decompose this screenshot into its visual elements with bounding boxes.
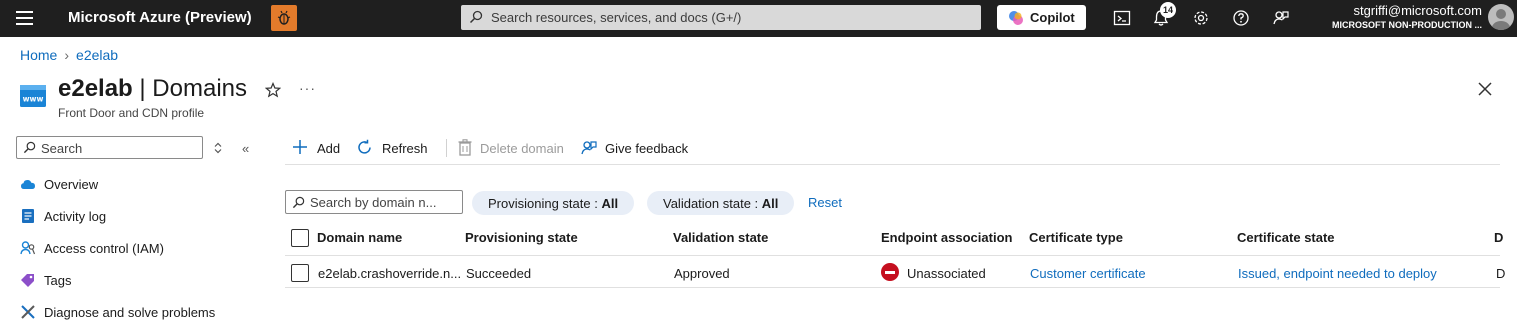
global-search-placeholder: Search resources, services, and docs (G+… (491, 10, 742, 25)
row-domain-name[interactable]: e2elab.crashoverride.n... (318, 266, 461, 281)
page-subtitle: Front Door and CDN profile (58, 106, 205, 120)
toolbar-divider-line (285, 164, 1500, 165)
row-certificate-type-link[interactable]: Customer certificate (1030, 266, 1146, 281)
search-icon (23, 141, 36, 159)
chevron-right-icon: › (64, 47, 70, 63)
add-label: Add (317, 141, 341, 156)
domain-search-input[interactable]: Search by domain n... (285, 190, 463, 214)
table-row-divider (285, 287, 1500, 288)
row-provisioning-state: Succeeded (466, 266, 532, 281)
search-icon (469, 10, 483, 29)
plus-icon (292, 139, 308, 158)
validation-filter-label: Validation state : (663, 196, 762, 211)
breadcrumb-resource[interactable]: e2elab (76, 47, 118, 63)
expand-collapse-icon[interactable] (213, 141, 223, 159)
trash-icon (458, 139, 472, 159)
column-header-validation-state[interactable]: Validation state (673, 230, 768, 245)
tag-icon (20, 272, 36, 291)
www-icon: www (20, 85, 46, 112)
user-email: stgriffi@microsoft.com (1353, 3, 1482, 18)
sidebar-item-label: Overview (44, 177, 99, 192)
collapse-menu-icon[interactable]: « (242, 141, 249, 156)
column-header-truncated[interactable]: D (1494, 230, 1503, 245)
column-header-endpoint-association[interactable]: Endpoint association (881, 230, 1012, 245)
provisioning-filter-label: Provisioning state : (488, 196, 602, 211)
row-endpoint-association: Unassociated (907, 266, 986, 281)
column-header-certificate-type[interactable]: Certificate type (1029, 230, 1123, 245)
sidebar-item-label: Diagnose and solve problems (44, 305, 216, 320)
sidebar-item-label: Tags (44, 273, 72, 288)
star-icon[interactable] (264, 81, 282, 103)
cloud-shell-icon[interactable] (1113, 9, 1131, 27)
row-certificate-state-link[interactable]: Issued, endpoint needed to deploy (1238, 266, 1437, 281)
row-validation-state: Approved (674, 266, 730, 281)
page-title: e2elab | Domains (58, 75, 247, 102)
gear-icon[interactable] (1192, 9, 1210, 27)
copilot-button[interactable]: Copilot (997, 5, 1086, 30)
provisioning-filter-value: All (601, 196, 619, 211)
resource-name: e2elab (58, 75, 133, 102)
validation-state-filter[interactable]: Validation state : All (647, 191, 795, 215)
notification-badge: 14 (1160, 2, 1176, 18)
help-icon[interactable] (1232, 9, 1250, 27)
refresh-icon (356, 139, 373, 159)
wrench-icon (20, 304, 36, 323)
close-icon[interactable] (1478, 82, 1492, 101)
iam-icon (20, 240, 36, 259)
select-all-checkbox[interactable] (291, 229, 309, 247)
breadcrumb: Home › e2elab (20, 47, 118, 63)
activity-log-icon (20, 208, 36, 227)
top-bar: Microsoft Azure (Preview) Search resourc… (0, 0, 1517, 37)
blocked-icon (881, 263, 899, 281)
feedback-icon (580, 139, 598, 160)
menu-search-input[interactable]: Search (16, 136, 203, 159)
reset-filters-link[interactable]: Reset (808, 195, 842, 210)
bug-icon[interactable] (271, 5, 297, 31)
menu-search-placeholder: Search (41, 141, 83, 156)
account-info[interactable]: stgriffi@microsoft.com MICROSOFT NON-PRO… (1332, 3, 1482, 30)
portal-brand[interactable]: Microsoft Azure (Preview) (68, 9, 252, 26)
toolbar-divider (446, 139, 447, 157)
avatar[interactable] (1488, 4, 1514, 30)
sidebar-item-label: Activity log (44, 209, 107, 224)
copilot-label: Copilot (1030, 10, 1075, 25)
user-tenant: MICROSOFT NON-PRODUCTION ... (1332, 20, 1482, 30)
sidebar-item-label: Access control (IAM) (44, 241, 164, 256)
feedback-icon[interactable] (1272, 9, 1290, 27)
menu-icon[interactable] (16, 11, 33, 25)
copilot-icon (1008, 10, 1024, 29)
refresh-label: Refresh (382, 141, 428, 156)
validation-filter-value: All (761, 196, 779, 211)
table-header-divider (285, 255, 1500, 256)
delete-domain-label: Delete domain (480, 141, 564, 156)
column-header-domain-name[interactable]: Domain name (317, 230, 402, 245)
provisioning-state-filter[interactable]: Provisioning state : All (472, 191, 635, 215)
give-feedback-label: Give feedback (605, 141, 689, 156)
row-checkbox[interactable] (291, 264, 309, 282)
column-header-provisioning-state[interactable]: Provisioning state (465, 230, 578, 245)
global-search-input[interactable]: Search resources, services, and docs (G+… (461, 5, 981, 30)
column-header-certificate-state[interactable]: Certificate state (1237, 230, 1335, 245)
search-icon (292, 196, 305, 214)
domain-search-placeholder: Search by domain n... (310, 195, 437, 210)
section-name: Domains (152, 75, 247, 102)
breadcrumb-home[interactable]: Home (20, 47, 57, 63)
svg-text:www: www (23, 95, 44, 104)
row-truncated-cell: D (1496, 266, 1506, 281)
cloud-icon (20, 176, 36, 195)
more-options-icon[interactable]: ··· (299, 80, 316, 96)
